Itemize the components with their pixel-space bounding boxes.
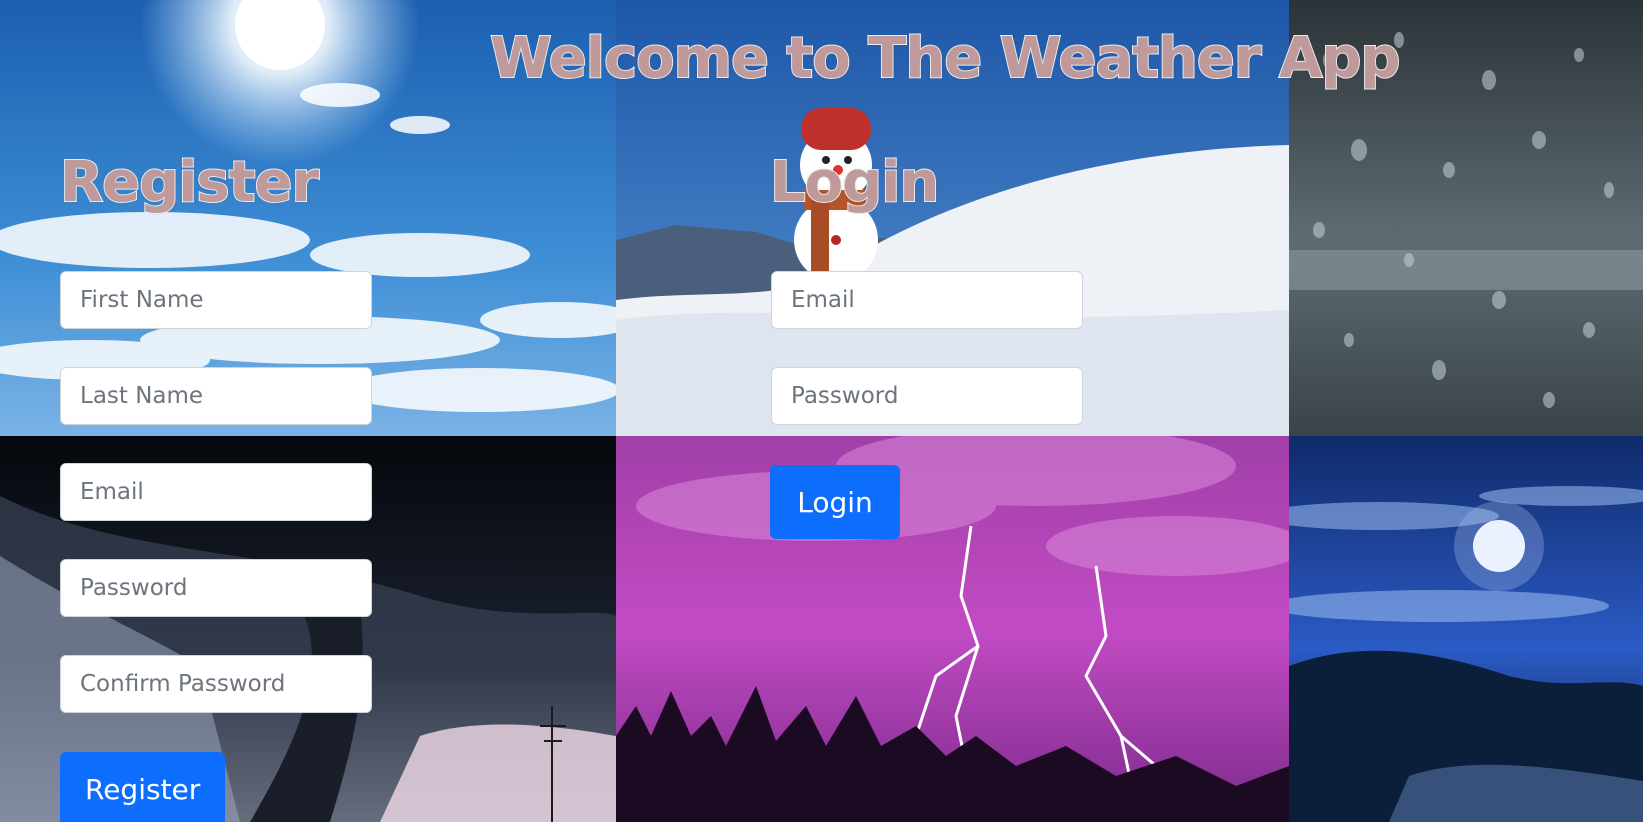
weather-app-page: Welcome to The Weather App Register Regi… [0,0,1643,822]
page-title: Welcome to The Weather App [489,25,1402,92]
register-password-input[interactable] [60,559,372,617]
first-name-input[interactable] [60,271,372,329]
night-moon-background [1289,436,1643,822]
confirm-password-input[interactable] [60,655,372,713]
login-heading: Login [769,149,940,216]
last-name-input[interactable] [60,367,372,425]
lightning-storm-background [616,436,1289,822]
register-button[interactable]: Register [60,752,225,822]
register-heading: Register [59,149,320,216]
login-button[interactable]: Login [770,465,900,539]
register-email-input[interactable] [60,463,372,521]
login-password-input[interactable] [771,367,1083,425]
login-email-input[interactable] [771,271,1083,329]
